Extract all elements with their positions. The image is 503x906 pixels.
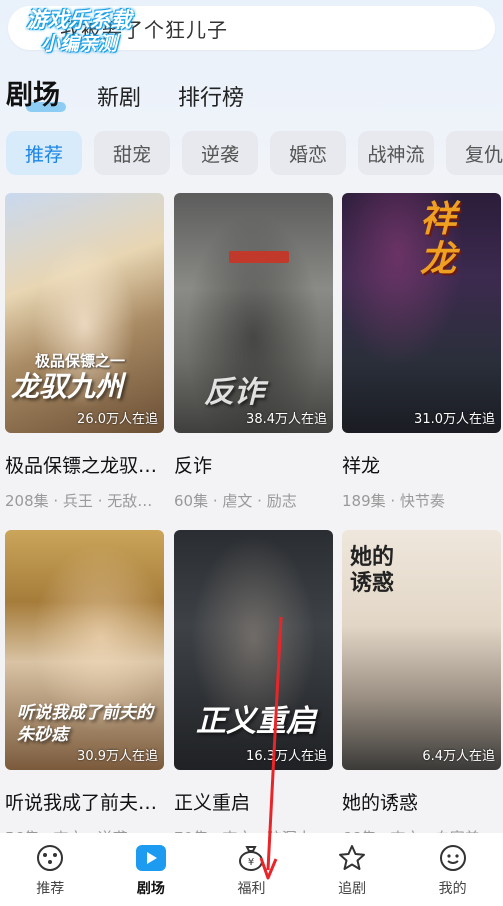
followers-count: 31.0万人在追 [414,412,495,427]
followers-count: 16.3万人在追 [246,749,327,764]
nav-label: 追剧 [338,880,367,897]
chip-romance[interactable]: 婚恋 [270,131,346,175]
nav-welfare[interactable]: ¥ 福利 [211,842,291,898]
poster-title-art: 听说我成了前夫的朱砂痣 [17,703,153,745]
drama-title: 听说我成了前夫… [5,792,158,814]
drama-title: 祥龙 [342,455,381,477]
drama-title: 反诈 [174,455,213,477]
watermark-line1: 游戏乐系载 [26,8,132,32]
nav-label: 我的 [438,880,467,897]
play-icon [111,842,191,874]
drama-card[interactable]: 极品保镖之一 龙驭九州 26.0万人在追 极品保镖之龙驭… 208集 · 兵王 … [5,193,164,511]
money-bag-icon: ¥ [211,842,291,874]
drama-card[interactable]: 反诈 38.4万人在追 反诈 60集 · 虐文 · 励志 [174,193,333,511]
poster-title-art: 她的诱惑 [350,544,395,596]
tab-theater[interactable]: 剧场 [6,73,66,118]
nav-recommend[interactable]: 推荐 [10,842,90,898]
drama-title: 极品保镖之龙驭… [5,455,158,477]
nav-label: 福利 [237,880,266,897]
bottom-nav: 推荐 剧场 ¥ 福利 追剧 我的 [0,833,503,906]
followers-count: 6.4万人在追 [422,749,495,764]
drama-title: 她的诱惑 [342,792,419,814]
drama-poster[interactable]: 祥龙 31.0万人在追 [342,193,501,433]
drama-poster[interactable]: 她的诱惑 6.4万人在追 [342,530,501,770]
star-icon [312,842,392,874]
chip-recommend[interactable]: 推荐 [6,131,82,175]
drama-card[interactable]: 她的诱惑 6.4万人在追 她的诱惑 66集 · 爽文 · 白富美 [342,530,501,848]
watermark-logo: 游戏乐系载 小编亲测 [14,8,144,60]
svg-text:¥: ¥ [248,857,254,868]
drama-poster[interactable]: 极品保镖之一 龙驭九州 26.0万人在追 [5,193,164,433]
nav-theater[interactable]: 剧场 [111,842,191,898]
followers-count: 38.4万人在追 [246,412,327,427]
drama-poster[interactable]: 听说我成了前夫的朱砂痣 30.9万人在追 [5,530,164,770]
poster-title-art: 正义重启 [196,704,316,739]
drama-card[interactable]: 听说我成了前夫的朱砂痣 30.9万人在追 听说我成了前夫… 56集 · 爽文 ·… [5,530,164,848]
drama-poster[interactable]: 正义重启 16.3万人在追 [174,530,333,770]
chip-revenge[interactable]: 复仇 [446,131,503,175]
poster-title-art: 反诈 [204,375,264,410]
watermark-line2: 小编亲测 [40,33,117,55]
tab-new-drama[interactable]: 新剧 [97,80,141,118]
drama-meta: 60集 · 虐文 · 励志 [174,492,297,510]
drama-poster[interactable]: 反诈 38.4万人在追 [174,193,333,433]
followers-count: 30.9万人在追 [77,749,158,764]
drama-title: 正义重启 [174,792,251,814]
followers-count: 26.0万人在追 [77,412,158,427]
drama-meta: 189集 · 快节奏 [342,492,445,510]
chip-war-god[interactable]: 战神流 [358,131,434,175]
smile-icon [413,842,493,874]
drama-card[interactable]: 正义重启 16.3万人在追 正义重启 70集 · 爽文 · 脑洞大… [174,530,333,848]
chip-sweet[interactable]: 甜宠 [94,131,170,175]
nav-following[interactable]: 追剧 [312,842,392,898]
top-tabs: 剧场 新剧 排行榜 [6,74,281,118]
tab-ranking[interactable]: 排行榜 [178,80,244,118]
poster-title-art: 龙驭九州 [11,370,124,403]
nav-mine[interactable]: 我的 [413,842,493,898]
poster-title-art: 祥龙 [420,198,457,280]
nav-label: 剧场 [136,880,165,897]
drama-card[interactable]: 祥龙 31.0万人在追 祥龙 189集 · 快节奏 [342,193,501,511]
dice-icon [10,842,90,874]
chip-comeback[interactable]: 逆袭 [182,131,258,175]
category-chips: 推荐 甜宠 逆袭 婚恋 战神流 复仇 [6,131,503,175]
nav-label: 推荐 [36,880,65,897]
drama-meta: 208集 · 兵王 · 无敌… [5,492,153,510]
